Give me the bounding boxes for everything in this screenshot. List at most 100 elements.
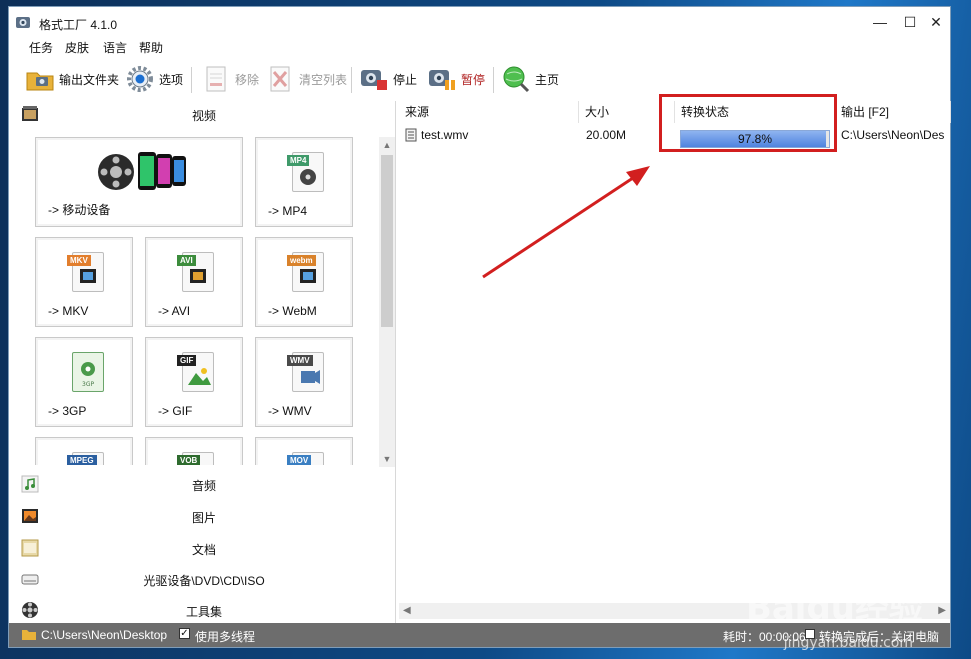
webm-file-icon: webm [287,252,324,292]
category-audio-label: 音频 [191,479,216,493]
category-audio[interactable]: 音频 [13,473,395,495]
category-rom-device[interactable]: 光驱设备\DVD\CD\ISO [13,568,395,590]
tile-label: -> WMV [268,404,312,418]
toolbar: 输出文件夹 选项 移除 清空列表 停止 暂停 主页 [9,59,950,99]
mp4-file-icon: MP4 [287,152,324,192]
format-grid-scrollbar[interactable]: ▲ ▼ [379,137,395,467]
stop-label: 停止 [393,72,418,87]
category-document[interactable]: 文档 [13,537,395,559]
document-remove-icon [201,64,231,94]
vob-file-icon: VOB [177,452,214,465]
pause-button[interactable]: 暂停 [427,63,485,95]
tile-mpeg[interactable]: MPEG [35,437,133,465]
row-size: 20.00M [586,128,627,142]
watermark-url: jingyan.baidu.com [783,635,913,651]
tile-wmv[interactable]: WMV -> WMV [255,337,353,427]
menu-help[interactable]: 帮助 [139,39,163,56]
tile-gif[interactable]: GIF -> GIF [145,337,243,427]
tile-label: -> MP4 [268,204,308,218]
menu-bar: 任务 皮肤 语言 帮助 [9,37,950,57]
stop-icon [359,64,389,94]
toolbar-separator [351,67,352,93]
options-button[interactable]: 选项 [125,63,183,95]
home-button[interactable]: 主页 [501,63,559,95]
row-source: test.wmv [421,128,469,142]
pause-label: 暂停 [461,72,486,87]
tile-mov[interactable]: MOV [255,437,353,465]
output-folder-label: 输出文件夹 [59,72,120,87]
clear-list-button[interactable]: 清空列表 [265,63,347,95]
tile-3gp[interactable]: 3GP -> 3GP [35,337,133,427]
tile-label: -> 移动设备 [48,203,111,217]
options-label: 选项 [159,72,184,87]
category-video[interactable]: 视频 [13,103,395,125]
minimize-button[interactable]: — [865,7,895,37]
column-source[interactable]: 来源 [399,101,579,123]
output-path[interactable]: C:\Users\Neon\Desktop [41,628,167,642]
tile-mkv[interactable]: MKV -> MKV [35,237,133,327]
output-folder-button[interactable]: 输出文件夹 [25,63,119,95]
tile-vob[interactable]: VOB [145,437,243,465]
video-file-icon [405,128,417,145]
gear-icon [125,64,155,94]
tile-label: -> MKV [48,304,89,318]
multithread-label: 使用多线程 [195,630,256,644]
multithread-checkbox[interactable]: ✓ [179,628,190,639]
scroll-up-icon[interactable]: ▲ [379,137,395,153]
tile-label: -> WebM [268,304,317,318]
mpeg-file-icon: MPEG [67,452,104,465]
toolbar-separator [191,67,192,93]
title-bar: 格式工厂 4.1.0 — ☐ ✕ [9,7,950,37]
app-icon [15,15,31,29]
tile-label: -> GIF [158,404,193,418]
tile-avi[interactable]: AVI -> AVI [145,237,243,327]
remove-label: 移除 [235,72,260,87]
scroll-right-icon[interactable]: ▶ [938,605,946,616]
globe-search-icon [501,64,531,94]
mkv-file-icon: MKV [67,252,104,292]
tile-label: -> 3GP [48,404,87,418]
toolbar-separator [493,67,494,93]
folder-small-icon [21,627,37,644]
mobile-device-icon [96,148,192,197]
gif-file-icon: GIF [177,352,214,392]
category-tools-label: 工具集 [185,605,222,619]
3gp-file-icon: 3GP [72,352,104,392]
close-button[interactable]: ✕ [921,7,951,37]
category-rom-label: 光驱设备\DVD\CD\ISO [143,574,265,588]
svg-text:3GP: 3GP [82,381,94,388]
scroll-down-icon[interactable]: ▼ [379,451,395,467]
category-tools[interactable]: 工具集 [13,599,395,621]
scroll-thumb[interactable] [381,155,393,327]
tile-webm[interactable]: webm -> WebM [255,237,353,327]
home-label: 主页 [535,72,560,87]
row-output: C:\Users\Neon\Des [841,128,945,142]
menu-skin[interactable]: 皮肤 [65,39,89,56]
category-video-label: 视频 [191,109,216,123]
watermark: Baidu经验 [745,588,923,628]
tile-mobile-device[interactable]: -> 移动设备 [35,137,243,227]
mov-file-icon: MOV [287,452,324,465]
menu-language[interactable]: 语言 [103,39,127,56]
category-document-label: 文档 [191,543,216,557]
tile-mp4[interactable]: MP4 -> MP4 [255,137,353,227]
clear-list-label: 清空列表 [299,72,348,87]
scroll-left-icon[interactable]: ◀ [403,605,411,616]
category-image[interactable]: 图片 [13,505,395,527]
wmv-file-icon: WMV [287,352,324,392]
clear-list-icon [265,64,295,94]
pause-icon [427,64,457,94]
menu-task[interactable]: 任务 [29,39,53,56]
status-highlight-box [659,94,837,152]
remove-button[interactable]: 移除 [201,63,259,95]
avi-file-icon: AVI [177,252,214,292]
category-image-label: 图片 [191,511,216,525]
window-title: 格式工厂 4.1.0 [39,18,118,32]
task-list: 来源 大小 转换状态 输出 [F2] test.wmv 20.00M 97.8%… [399,101,951,623]
tile-label: -> AVI [158,304,191,318]
column-output[interactable]: 输出 [F2] [835,101,951,123]
folder-icon [25,64,55,94]
video-format-grid: -> 移动设备 MP4 -> MP4 MKV -> MKV AVI -> AVI… [13,129,377,465]
stop-button[interactable]: 停止 [359,63,417,95]
category-panel: 视频 -> 移动设备 MP4 -> MP4 MKV -> MKV AVI -> … [13,101,396,623]
